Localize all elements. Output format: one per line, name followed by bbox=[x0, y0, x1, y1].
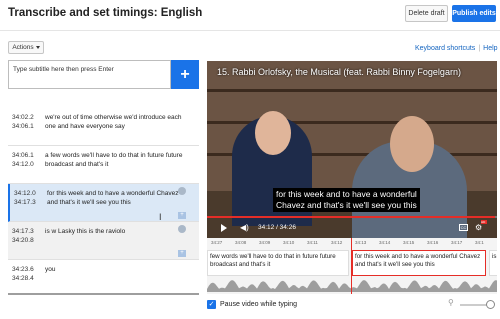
pause-while-typing[interactable]: ✓ Pause video while typing bbox=[207, 300, 297, 309]
add-subtitle-button[interactable]: + bbox=[171, 60, 199, 89]
settings-gear-icon[interactable]: ⚙ HD bbox=[475, 220, 487, 232]
pause-checkbox[interactable]: ✓ bbox=[207, 300, 216, 309]
subtitle-input[interactable]: Type subtitle here then press Enter bbox=[8, 60, 171, 89]
subtitle-text[interactable]: is w Lasky this is the raviolo bbox=[45, 227, 187, 236]
subtitle-times[interactable]: 34:02.2 34:06.1 bbox=[12, 113, 34, 131]
list-scrollbar[interactable] bbox=[8, 293, 199, 295]
person-left-head bbox=[255, 111, 291, 155]
timeline-tick: 34:16 bbox=[427, 240, 439, 245]
timeline-zoom[interactable]: ⚲ bbox=[448, 298, 496, 310]
timeline-tick: 34:10 bbox=[283, 240, 295, 245]
video-time: 34:12 / 34:26 bbox=[258, 224, 296, 231]
divider bbox=[0, 30, 500, 31]
timeline-tick: 34:12 bbox=[331, 240, 343, 245]
person-right-head bbox=[390, 116, 434, 172]
help-link[interactable]: Help bbox=[483, 45, 497, 52]
video-progress-bar[interactable] bbox=[207, 216, 497, 218]
delete-subtitle-icon[interactable] bbox=[178, 187, 186, 195]
audio-waveform bbox=[207, 280, 497, 292]
chevron-down-icon bbox=[35, 46, 40, 49]
subtitle-times[interactable]: 34:23.6 34:28.4 bbox=[12, 265, 34, 283]
top-bar: Transcribe and set timings: English Dele… bbox=[0, 0, 500, 30]
zoom-slider-thumb[interactable] bbox=[486, 300, 495, 309]
timeline-tick: 34:13 bbox=[355, 240, 367, 245]
delete-subtitle-icon[interactable] bbox=[178, 225, 186, 233]
subtitle-row[interactable]: 34:17.3 34:20.8 is w Lasky this is the ra… bbox=[8, 222, 199, 260]
timeline-tick: 34:27 bbox=[211, 240, 223, 245]
subtitle-text[interactable]: you bbox=[45, 265, 187, 274]
subtitle-times[interactable]: 34:06.1 34:12.0 bbox=[12, 151, 34, 169]
actions-label: Actions bbox=[12, 44, 34, 51]
page-title: Transcribe and set timings: English bbox=[8, 7, 203, 19]
pause-label: Pause video while typing bbox=[220, 301, 298, 308]
actions-dropdown[interactable]: Actions bbox=[8, 41, 44, 54]
timeline-tick: 34:09 bbox=[259, 240, 271, 245]
timeline-caption-next[interactable]: is w bbox=[489, 250, 497, 276]
video-caption: for this week and to have a wonderful Ch… bbox=[273, 188, 420, 212]
timeline-tick: 34:17 bbox=[451, 240, 463, 245]
subtitle-row-active[interactable]: 34:12.0 34:17.3 for this week and to have… bbox=[8, 184, 199, 222]
volume-icon[interactable]: ◀) bbox=[240, 224, 249, 232]
video-title: 15. Rabbi Orlofsky, the Musical (feat. R… bbox=[217, 67, 461, 77]
zoom-icon: ⚲ bbox=[448, 298, 454, 307]
subtitle-row[interactable]: 34:23.6 34:28.4 you bbox=[8, 260, 199, 290]
subtitle-times[interactable]: 34:12.0 34:17.3 bbox=[14, 189, 36, 207]
play-icon[interactable] bbox=[221, 224, 227, 232]
publish-edits-button[interactable]: Publish edits bbox=[452, 5, 496, 22]
delete-draft-button[interactable]: Delete draft bbox=[405, 5, 448, 22]
subtitle-times[interactable]: 34:17.3 34:20.8 bbox=[12, 227, 34, 245]
timeline-tick: 34:11 bbox=[307, 240, 318, 245]
subtitle-text[interactable]: we're out of time otherwise we'd introdu… bbox=[45, 113, 187, 131]
video-controls: ◀) 34:12 / 34:26 CC ⚙ HD bbox=[207, 219, 497, 238]
timeline[interactable]: 34:27 34:08 34:09 34:10 34:11 34:12 34:13 34:14… bbox=[207, 238, 497, 294]
shelf-line bbox=[207, 89, 497, 92]
text-cursor-icon: I bbox=[159, 212, 162, 222]
timeline-ticks: 34:27 34:08 34:09 34:10 34:11 34:12 34:13 34:14… bbox=[207, 238, 497, 248]
timeline-tick: 34:15 bbox=[403, 240, 415, 245]
timeline-caption-prev[interactable]: few words we'll have to do that in futur… bbox=[207, 250, 349, 276]
timeline-tick: 34:08 bbox=[235, 240, 247, 245]
insert-subtitle-icon[interactable]: + bbox=[178, 250, 186, 257]
hd-badge: HD bbox=[481, 220, 487, 224]
timeline-playhead[interactable] bbox=[351, 238, 352, 294]
subtitle-text[interactable]: for this week and to have a wonderful Ch… bbox=[47, 189, 189, 207]
timeline-tick: 34:1 bbox=[475, 240, 484, 245]
help-links: Keyboard shortcuts | Help bbox=[415, 45, 498, 52]
subtitle-text[interactable]: a few words we'll have to do that in fut… bbox=[45, 151, 187, 169]
video-progress-fill bbox=[207, 216, 495, 218]
timeline-tick: 34:14 bbox=[379, 240, 391, 245]
timeline-caption-active[interactable]: for this week and to have a wonderful Ch… bbox=[352, 250, 486, 276]
subtitle-list: 34:02.2 34:06.1 we're out of time otherwi… bbox=[8, 108, 199, 290]
video-player[interactable]: 15. Rabbi Orlofsky, the Musical (feat. R… bbox=[207, 61, 497, 238]
link-separator: | bbox=[478, 45, 481, 52]
captions-icon[interactable]: CC bbox=[459, 224, 468, 231]
insert-subtitle-icon[interactable]: + bbox=[178, 212, 186, 219]
keyboard-shortcuts-link[interactable]: Keyboard shortcuts bbox=[415, 45, 475, 52]
subtitle-row[interactable]: 34:02.2 34:06.1 we're out of time otherwi… bbox=[8, 108, 199, 146]
subtitle-row[interactable]: 34:06.1 34:12.0 a few words we'll have to… bbox=[8, 146, 199, 184]
